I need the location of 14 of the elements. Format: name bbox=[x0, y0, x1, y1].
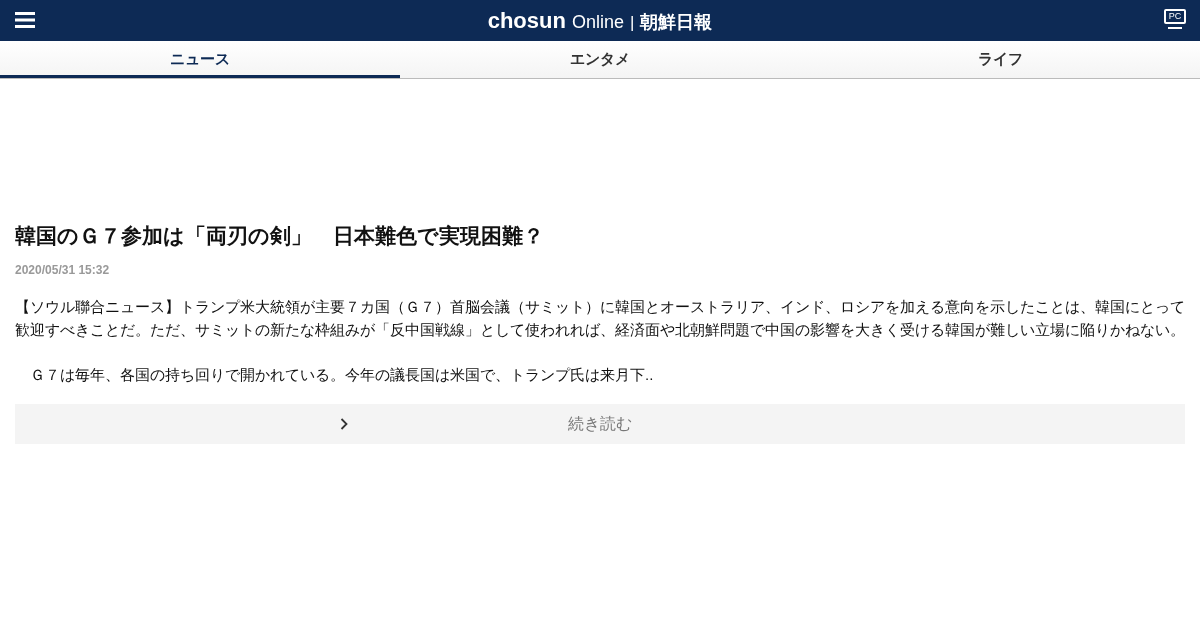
logo-text[interactable]: Online bbox=[571, 11, 624, 33]
logo-text[interactable]: chosun bbox=[487, 7, 566, 34]
read-more-button[interactable]: 続き読む bbox=[15, 404, 1185, 444]
tab[interactable]: エンタメ bbox=[400, 41, 800, 78]
chevron-right-icon bbox=[340, 418, 348, 430]
logo-text[interactable]: 朝鮮日報 bbox=[640, 9, 713, 34]
article-title: 韓国のＧ７参加は「両刃の剣」 日本難色で実現困難？ bbox=[15, 223, 545, 249]
menu-icon[interactable] bbox=[15, 12, 35, 28]
article-date: 2020/05/31 15:32 bbox=[15, 263, 111, 277]
tab[interactable]: ライフ bbox=[800, 41, 1200, 78]
article-paragraph: 【ソウル聯合ニュース】トランプ米大統領が主要７カ国（Ｇ７）首脳会議（サミット）に韓国とオーストラリア、インド、ロシアを加える意向を示したことは、韓国にとって歓迎すべきことだ。ただ、サミットの新たな枠組みが「反中国戦線」として使われれば、経済面や北朝鮮問題で中国の影響を大きく受ける韓国が難しい立場に陥りかねない。 bbox=[15, 297, 1185, 340]
article-paragraph: Ｇ７は毎年、各国の持ち回りで開かれている。今年の議長国は米国で、トランプ氏は来月下.. bbox=[29, 365, 655, 385]
tab[interactable]: ニュース bbox=[0, 41, 400, 78]
logo-divider: | bbox=[629, 12, 635, 33]
